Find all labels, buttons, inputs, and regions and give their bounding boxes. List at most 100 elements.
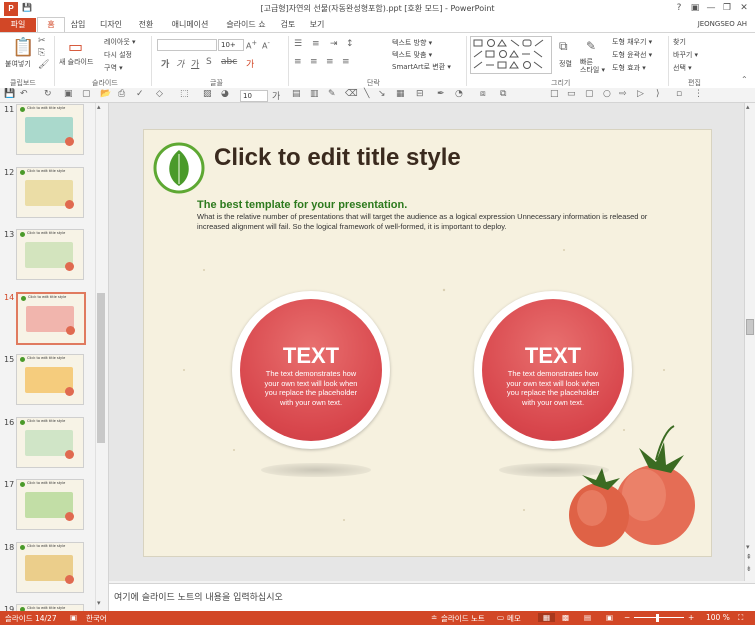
slide-thumbnail[interactable]: Click to edit title style (16, 542, 84, 593)
pen-icon[interactable]: ✎ (328, 89, 336, 99)
numbering-icon[interactable]: ≡ (312, 39, 320, 49)
justify-icon[interactable]: ≡ (342, 57, 350, 67)
quick-styles-icon[interactable]: ✎ (586, 39, 596, 53)
layout-button[interactable]: 레이아웃 ▾ (104, 37, 136, 47)
ungroup-icon[interactable]: ⧉ (500, 89, 506, 99)
eyedropper-icon[interactable]: ✒ (437, 89, 445, 99)
minimize-button[interactable]: — (704, 2, 718, 14)
notes-icon[interactable]: ≐ (431, 613, 437, 622)
font-color-qat-icon[interactable]: 가 (272, 89, 280, 102)
align-right-icon[interactable]: ≡ (326, 57, 334, 67)
zoom-in-icon[interactable]: + (688, 613, 694, 622)
outline-color-icon[interactable]: ◔ (455, 89, 463, 99)
rectangle-icon[interactable]: □ (550, 89, 559, 99)
next-slide-icon[interactable]: ⇟ (746, 565, 752, 573)
circle-title[interactable]: TEXT (240, 343, 382, 369)
tab-view[interactable]: 보기 (306, 18, 328, 32)
fill-icon[interactable]: ▦ (396, 89, 405, 99)
align-objects-icon[interactable]: ⊟ (416, 89, 424, 99)
slide-subtitle[interactable]: The best template for your presentation. (197, 199, 407, 211)
zoom-out-icon[interactable]: − (624, 613, 630, 622)
restore-button[interactable]: ❐ (720, 2, 734, 14)
slide-scrollbar[interactable]: ▴ ▾ ⇞ ⇟ (744, 103, 755, 581)
circle-body[interactable]: The text demonstrates how your own text … (504, 369, 602, 407)
bold-icon[interactable]: 가 (161, 57, 169, 70)
tab-review[interactable]: 검토 (277, 18, 299, 32)
image-icon[interactable]: ▨ (203, 89, 212, 99)
notes-toggle[interactable]: 슬라이드 노트 (441, 613, 485, 624)
normal-view-icon[interactable]: ▦ (538, 613, 556, 622)
shrink-font-icon[interactable]: A- (262, 39, 270, 51)
indent-icon[interactable]: ⇥ (330, 39, 338, 49)
fit-slide-icon[interactable]: ⛶ (738, 613, 743, 623)
group-objects-icon[interactable]: ⧈ (480, 89, 486, 99)
shapes-icon[interactable]: ◇ (156, 89, 163, 99)
notes-pane[interactable]: 여기에 슬라이드 노트의 내용을 입력하십시오 (109, 583, 755, 611)
reading-view-icon[interactable]: ▤ (584, 613, 591, 622)
arrange-button[interactable]: 정렬 (559, 59, 572, 69)
undo-icon[interactable]: ↶ (20, 89, 28, 99)
text-circle-left[interactable]: TEXT The text demonstrates how your own … (232, 291, 390, 449)
spell-check-icon[interactable]: ▣ (70, 613, 77, 622)
text-box-icon[interactable]: ▥ (310, 89, 319, 99)
slideshow-view-icon[interactable]: ▣ (606, 613, 613, 622)
shape-effects-button[interactable]: 도형 효과 ▾ (612, 63, 646, 73)
text-direction-button[interactable]: 텍스트 방향 ▾ (392, 38, 432, 48)
slide-thumbnail[interactable]: Click to edit title style (16, 417, 84, 468)
callout-icon[interactable]: ▭ (567, 89, 576, 99)
tab-animations[interactable]: 애니메이션 (166, 18, 214, 32)
tab-insert[interactable]: 삽입 (66, 18, 90, 32)
slide-thumbnail[interactable]: Click to edit title style (16, 354, 84, 405)
triangle-icon[interactable]: ▷ (637, 89, 644, 99)
slide-thumbnail[interactable]: Click to edit title style (16, 167, 84, 218)
tab-home[interactable]: 홈 (37, 17, 65, 33)
qat-font-size[interactable]: 10 (240, 90, 268, 102)
find-button[interactable]: 찾기 (673, 37, 686, 47)
cut-icon[interactable]: ✂ (38, 36, 46, 46)
tab-slideshow[interactable]: 슬라이드 쇼 (220, 18, 272, 32)
more-qat-icon[interactable]: ▫ (676, 89, 682, 99)
start-slideshow-icon[interactable]: ▣ (64, 89, 73, 99)
underline-icon[interactable]: 가 (191, 57, 199, 70)
zoom-level[interactable]: 100 % (706, 613, 730, 622)
paste-icon[interactable]: 📋 (12, 37, 34, 58)
slide-sorter-icon[interactable]: ▩ (562, 613, 569, 622)
highlight-icon[interactable]: ▤ (292, 89, 301, 99)
scroll-down-icon[interactable]: ▾ (97, 599, 101, 607)
arrange-icon[interactable]: ⧉ (559, 39, 568, 54)
oval-icon[interactable]: ○ (603, 89, 611, 99)
arrow-line-icon[interactable]: ↘ (378, 89, 386, 99)
slide-thumbnail[interactable]: Click to edit title style (16, 479, 84, 530)
tab-design[interactable]: 디자인 (96, 18, 126, 32)
quick-styles-button[interactable]: 빠른 스타일 ▾ (580, 58, 605, 74)
new-slide-button[interactable]: 새 슬라이드 (59, 57, 93, 67)
user-account[interactable]: JEONGSEO AH (698, 20, 747, 28)
notes-placeholder[interactable]: 여기에 슬라이드 노트의 내용을 입력하십시오 (114, 590, 283, 603)
close-button[interactable]: ✕ (737, 2, 751, 14)
collapse-ribbon-icon[interactable]: ⌃ (741, 75, 748, 84)
circle-title[interactable]: TEXT (482, 343, 624, 369)
save-icon[interactable]: 💾 (4, 89, 15, 99)
thumbnail-scrollbar[interactable]: ▴ ▾ (95, 103, 107, 610)
tab-file[interactable]: 파일 (0, 18, 36, 32)
comments-icon[interactable]: ▭ (497, 613, 504, 622)
align-center-icon[interactable]: ≡ (310, 57, 318, 67)
grow-font-icon[interactable]: A+ (246, 39, 257, 51)
thumbnail-scroll-thumb[interactable] (97, 293, 105, 443)
slide-title[interactable]: Click to edit title style (214, 144, 461, 172)
shape-outline-button[interactable]: 도형 윤곽선 ▾ (612, 50, 652, 60)
font-name-combo[interactable] (157, 39, 217, 51)
print-icon[interactable]: ⎙ (118, 89, 125, 99)
help-button[interactable]: ? (672, 2, 686, 14)
paste-button[interactable]: 붙여넣기 (5, 59, 31, 69)
scroll-up-icon[interactable]: ▴ (746, 103, 750, 111)
text-circle-right[interactable]: TEXT The text demonstrates how your own … (474, 291, 632, 449)
italic-icon[interactable]: 가 (176, 57, 184, 70)
shape-fill-button[interactable]: 도형 채우기 ▾ (612, 37, 652, 47)
font-color-icon[interactable]: 가 (246, 57, 254, 70)
font-size-combo[interactable]: 10+ (218, 39, 244, 51)
redo-icon[interactable]: ↻ (44, 89, 52, 99)
line-icon[interactable]: ╲ (364, 89, 369, 99)
prev-slide-icon[interactable]: ⇞ (746, 553, 752, 561)
slide-thumbnail[interactable]: Click to edit title style (16, 292, 86, 345)
